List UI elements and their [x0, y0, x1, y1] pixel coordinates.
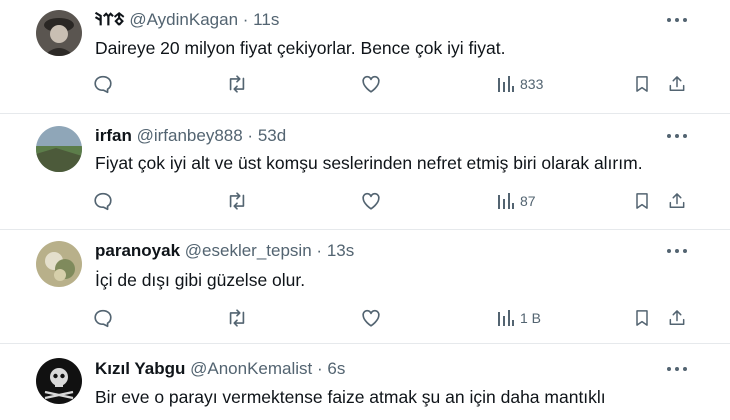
reply-button[interactable] [92, 190, 114, 212]
view-count: 833 [520, 76, 544, 92]
display-name[interactable]: 𐱃𐰼𐰚 [95, 10, 125, 29]
tweet-header: Kızıl Yabgu @AnonKemalist · 6s [95, 359, 345, 379]
tweet-text: Fiyat çok iyi alt ve üst komşu seslerind… [95, 153, 643, 173]
more-dots-icon[interactable] [667, 367, 687, 373]
bookmark-icon [636, 193, 648, 209]
timestamp[interactable]: 6s [327, 359, 345, 378]
bookmark-button[interactable] [632, 73, 652, 95]
timestamp[interactable]: 53d [258, 126, 286, 145]
more-dots-icon[interactable] [667, 249, 687, 255]
tweet[interactable]: paranoyak @esekler_tepsin · 13s İçi de d… [0, 230, 730, 344]
share-button[interactable] [667, 307, 687, 329]
bookmark-icon [636, 310, 648, 326]
views-bar-chart-icon [498, 76, 514, 92]
user-handle[interactable]: @esekler_tepsin [185, 241, 312, 260]
display-name[interactable]: paranoyak [95, 241, 180, 260]
avatar[interactable] [36, 10, 82, 56]
display-name[interactable]: Kızıl Yabgu [95, 359, 185, 378]
retweet-icon [229, 75, 245, 93]
tweet-text: İçi de dışı gibi güzelse olur. [95, 270, 306, 290]
timestamp[interactable]: 11s [253, 10, 279, 29]
tweet-text: Daireye 20 milyon fiyat çekiyorlar. Benc… [95, 38, 506, 58]
retweet-icon [229, 192, 245, 210]
views-bar-chart-icon [498, 310, 514, 326]
share-icon [669, 310, 685, 325]
heart-icon [362, 75, 380, 93]
separator-dot: · [317, 359, 323, 378]
bookmark-icon [636, 76, 648, 92]
tweet-header: 𐱃𐰼𐰚 @AydinKagan · 11s [95, 10, 279, 30]
reply-icon [94, 309, 112, 328]
reply-button[interactable] [92, 73, 114, 95]
tweet-header: paranoyak @esekler_tepsin · 13s [95, 241, 354, 261]
more-dots-icon[interactable] [667, 18, 687, 24]
separator-dot: · [247, 126, 254, 145]
share-icon [669, 76, 685, 91]
like-button[interactable] [360, 73, 382, 95]
avatar[interactable] [36, 126, 82, 172]
bookmark-button[interactable] [632, 190, 652, 212]
tweet-header: irfan @irfanbey888 · 53d [95, 126, 286, 146]
views-button[interactable]: 833 [497, 73, 543, 95]
retweet-button[interactable] [226, 190, 248, 212]
like-button[interactable] [360, 307, 382, 329]
tweet[interactable]: 𐱃𐰼𐰚 @AydinKagan · 11s Daireye 20 milyon … [0, 0, 730, 114]
heart-icon [362, 309, 380, 327]
more-dots-icon[interactable] [667, 134, 687, 140]
retweet-icon [229, 309, 245, 327]
avatar[interactable] [36, 358, 82, 404]
view-count: 1 B [520, 310, 542, 326]
user-handle[interactable]: @AydinKagan [129, 10, 238, 29]
user-handle[interactable]: @AnonKemalist [190, 359, 312, 378]
tweet[interactable]: irfan @irfanbey888 · 53d Fiyat çok iyi a… [0, 114, 730, 230]
user-handle[interactable]: @irfanbey888 [137, 126, 243, 145]
share-icon [669, 193, 685, 208]
views-button[interactable]: 1 B [497, 307, 541, 329]
reply-icon [94, 75, 112, 94]
reply-button[interactable] [92, 307, 114, 329]
timestamp[interactable]: 13s [327, 241, 354, 260]
tweet-text: Bir eve o parayı vermektense faize atmak… [95, 387, 606, 407]
avatar[interactable] [36, 241, 82, 287]
reply-icon [94, 192, 112, 211]
view-count: 87 [520, 193, 536, 209]
heart-icon [362, 192, 380, 210]
display-name[interactable]: irfan [95, 126, 132, 145]
share-button[interactable] [667, 190, 687, 212]
bookmark-button[interactable] [632, 307, 652, 329]
separator-dot: · [316, 241, 323, 260]
retweet-button[interactable] [226, 307, 248, 329]
views-bar-chart-icon [498, 193, 514, 209]
share-button[interactable] [667, 73, 687, 95]
views-button[interactable]: 87 [497, 190, 536, 212]
separator-dot: · [242, 10, 249, 29]
tweet[interactable]: Kızıl Yabgu @AnonKemalist · 6s Bir eve o… [0, 344, 730, 420]
retweet-button[interactable] [226, 73, 248, 95]
like-button[interactable] [360, 190, 382, 212]
